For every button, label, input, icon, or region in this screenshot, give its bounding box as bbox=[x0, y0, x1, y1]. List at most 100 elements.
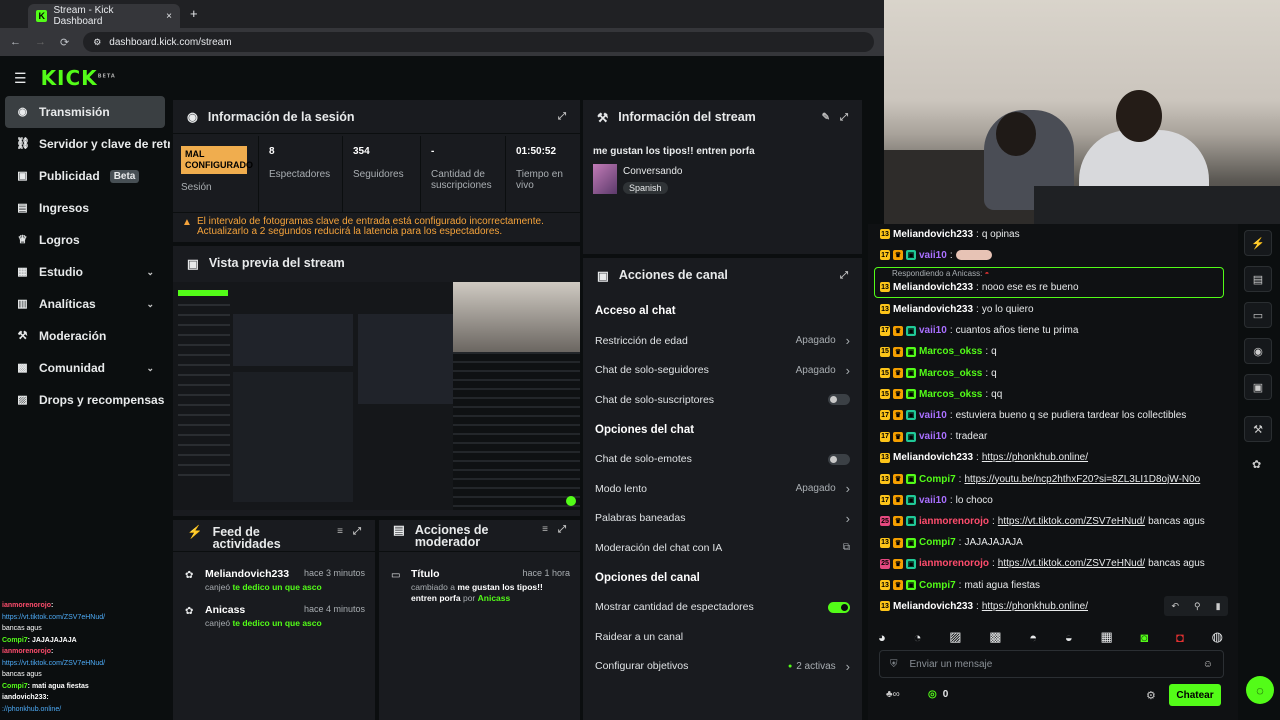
chat-link[interactable]: https://vt.tiktok.com/ZSV7eHNud/ bbox=[998, 558, 1145, 569]
chat-message[interactable]: 15 ♛ ▣ Marcos_okss: q bbox=[880, 363, 1225, 383]
channel-setting-row[interactable]: Configurar objetivos ● 2 activas › bbox=[583, 652, 862, 682]
chat-username[interactable]: vaii10 bbox=[919, 325, 947, 336]
channel-setting-row[interactable]: Palabras baneadas › bbox=[583, 504, 862, 534]
chat-message[interactable]: 25 ♛ ▣ ianmorenorojo: https://vt.tiktok.com/… bbox=[880, 511, 1225, 531]
chat-message[interactable]: 17 ♛ ▣ vaii10: estuviera bueno q se pudiera … bbox=[880, 405, 1225, 425]
chat-message[interactable]: 13 Meliandovich233: https://phonkhub.onlin… bbox=[880, 448, 1225, 468]
emote-icon[interactable]: ◙ bbox=[1140, 630, 1148, 645]
chat-message[interactable]: 13 Meliandovich233: nooo ese es re bueno bbox=[880, 277, 1225, 297]
chat-username[interactable]: ianmorenorojo bbox=[919, 558, 989, 569]
chat-message[interactable]: 13 ♛ ▣ Compi7: JAJAJAJAJA bbox=[880, 533, 1225, 553]
wrench-icon[interactable]: ⚒ bbox=[1244, 416, 1272, 442]
chat-username[interactable]: Meliandovich233 bbox=[893, 601, 973, 612]
channel-setting-row[interactable]: Moderación del chat con IA ⧉ bbox=[583, 533, 862, 563]
emote-icon[interactable]: ◒ bbox=[1065, 630, 1073, 645]
expand-icon[interactable]: ⤢ bbox=[558, 524, 566, 536]
mod-action-user[interactable]: Anicass bbox=[478, 593, 511, 603]
kick-logo[interactable]: KICKBETA bbox=[41, 66, 116, 90]
chat-message[interactable]: 13 ♛ ▣ Compi7: mati agua fiestas bbox=[880, 575, 1225, 595]
chat-message[interactable]: 15 ♛ ▣ Marcos_okss: qq bbox=[880, 384, 1225, 404]
bolt-icon[interactable]: ⚡ bbox=[1244, 230, 1272, 256]
channel-setting-row[interactable]: Chat de solo-emotes bbox=[583, 445, 862, 475]
filter-icon[interactable]: ≡ bbox=[337, 526, 343, 538]
toggle-switch[interactable] bbox=[828, 601, 850, 613]
external-link-icon[interactable]: ⧉ bbox=[843, 542, 850, 553]
sidebar-item-ingresos[interactable]: ▤ Ingresos bbox=[0, 192, 170, 224]
users-icon[interactable]: ✿ bbox=[1252, 458, 1261, 471]
chat-message[interactable]: 17 ♛ ▣ vaii10: bbox=[880, 245, 1225, 265]
url-field[interactable]: ⚙ dashboard.kick.com/stream bbox=[83, 32, 874, 52]
stream-preview-video[interactable] bbox=[173, 282, 580, 510]
sidebar-item-publicidad[interactable]: ▣ Publicidad Beta bbox=[0, 160, 170, 192]
chat-username[interactable]: Meliandovich233 bbox=[893, 452, 973, 463]
chat-username[interactable]: vaii10 bbox=[919, 495, 947, 506]
chat-message[interactable]: 17 ♛ ▣ vaii10: tradear bbox=[880, 427, 1225, 447]
sidebar-item-estudio[interactable]: ▦ Estudio ⌄ bbox=[0, 256, 170, 288]
channel-setting-row[interactable]: Chat de solo-suscriptores bbox=[583, 385, 862, 415]
chat-message[interactable]: 25 ♛ ▣ ianmorenorojo: https://vt.tiktok.com/… bbox=[880, 554, 1225, 574]
chat-username[interactable]: Compi7 bbox=[919, 537, 956, 548]
channel-setting-row[interactable]: Mostrar cantidad de espectadores bbox=[583, 593, 862, 623]
send-chat-button[interactable]: Chatear bbox=[1169, 684, 1221, 706]
chat-username[interactable]: Meliandovich233 bbox=[893, 229, 973, 240]
channel-setting-row[interactable]: Modo lento Apagado › bbox=[583, 474, 862, 504]
browser-tab[interactable]: K Stream - Kick Dashboard × bbox=[28, 4, 180, 28]
reply-icon[interactable]: ↶ bbox=[1171, 601, 1179, 612]
chat-username[interactable]: Compi7 bbox=[919, 580, 956, 591]
chat-link[interactable]: https://phonkhub.online/ bbox=[982, 601, 1088, 612]
sidebar-item-comunidad[interactable]: ▩ Comunidad ⌄ bbox=[0, 352, 170, 384]
chat-message[interactable]: 13 Meliandovich233: yo lo quiero bbox=[880, 299, 1225, 319]
chat-username[interactable]: Compi7 bbox=[919, 474, 956, 485]
expand-icon[interactable]: ⤢ bbox=[840, 112, 848, 123]
channel-setting-row[interactable]: Chat de solo-seguidores Apagado › bbox=[583, 356, 862, 386]
expand-icon[interactable]: ⤢ bbox=[353, 526, 361, 538]
chat-link[interactable]: https://phonkhub.online/ bbox=[982, 452, 1088, 463]
delete-icon[interactable]: ▮ bbox=[1216, 601, 1221, 612]
chat-username[interactable]: Marcos_okss bbox=[919, 346, 982, 357]
chat-message[interactable]: 17 ♛ ▣ vaii10: lo choco bbox=[880, 490, 1225, 510]
chat-username[interactable]: vaii10 bbox=[919, 250, 947, 261]
close-tab-icon[interactable]: × bbox=[166, 11, 172, 22]
chat-link[interactable]: https://youtu.be/ncp2hthxF20?si=8ZL3LI1D… bbox=[964, 474, 1200, 485]
support-icon[interactable]: ◌ bbox=[1246, 676, 1274, 704]
filter-icon[interactable]: ≡ bbox=[542, 524, 548, 536]
chat-username[interactable]: ianmorenorojo bbox=[919, 516, 989, 527]
new-tab-icon[interactable]: + bbox=[190, 6, 198, 21]
chat-username[interactable]: vaii10 bbox=[919, 431, 947, 442]
channel-icon[interactable]: ▣ bbox=[1244, 374, 1272, 400]
forward-icon[interactable]: → bbox=[35, 36, 46, 48]
emote-icon[interactable]: ◕ bbox=[878, 630, 886, 645]
chat-message[interactable]: 13 Meliandovich233: q opinas bbox=[880, 224, 1225, 244]
chat-icon[interactable]: ▭ bbox=[1244, 302, 1272, 328]
chat-message[interactable]: 13 ♛ ▣ Compi7: https://youtu.be/ncp2hthxF20?… bbox=[880, 469, 1225, 489]
chat-username[interactable]: Meliandovich233 bbox=[893, 282, 973, 293]
emote-icon[interactable]: ◔ bbox=[914, 630, 922, 645]
sidebar-item-server-key[interactable]: ⛓ Servidor y clave de retransmisión bbox=[0, 128, 170, 160]
channel-setting-row[interactable]: Restricción de edad Apagado › bbox=[583, 326, 862, 356]
sidebar-item-analiticas[interactable]: ▥ Analíticas ⌄ bbox=[0, 288, 170, 320]
site-info-icon[interactable]: ⚙ bbox=[93, 37, 101, 48]
expand-icon[interactable]: ⤢ bbox=[558, 111, 566, 122]
emote-icon[interactable]: ▨ bbox=[949, 629, 961, 645]
channel-setting-row[interactable]: Raidear a un canal bbox=[583, 622, 862, 652]
sidebar-item-moderacion[interactable]: ⚒ Moderación bbox=[0, 320, 170, 352]
emoji-icon[interactable]: ☺ bbox=[1203, 659, 1213, 670]
emote-icon[interactable]: ▦ bbox=[1100, 629, 1112, 645]
chat-input[interactable]: ⛨ Enviar un mensaje ☺ bbox=[879, 650, 1224, 678]
chat-message[interactable]: 17 ♛ ▣ vaii10: cuantos años tiene tu prima bbox=[880, 321, 1225, 341]
broadcast-icon[interactable]: ◉ bbox=[1244, 338, 1272, 364]
emote-icon[interactable]: ◍ bbox=[1212, 629, 1223, 645]
pin-icon[interactable]: ⚲ bbox=[1194, 601, 1201, 612]
settings-icon[interactable]: ⚙ bbox=[1146, 689, 1156, 702]
chat-link[interactable]: https://vt.tiktok.com/ZSV7eHNud/ bbox=[998, 516, 1145, 527]
chat-username[interactable]: Marcos_okss bbox=[919, 368, 982, 379]
back-icon[interactable]: ← bbox=[10, 36, 21, 48]
edit-icon[interactable]: ✎ bbox=[822, 112, 830, 123]
toggle-switch[interactable] bbox=[828, 453, 850, 465]
menu-icon[interactable]: ☰ bbox=[14, 70, 27, 87]
sidebar-item-drops[interactable]: ▨ Drops y recompensas bbox=[0, 384, 170, 416]
emote-icon[interactable]: ▩ bbox=[989, 629, 1001, 645]
chat-username[interactable]: Meliandovich233 bbox=[893, 304, 973, 315]
list-icon[interactable]: ▤ bbox=[1244, 266, 1272, 292]
reload-icon[interactable]: ⟳ bbox=[60, 36, 69, 49]
